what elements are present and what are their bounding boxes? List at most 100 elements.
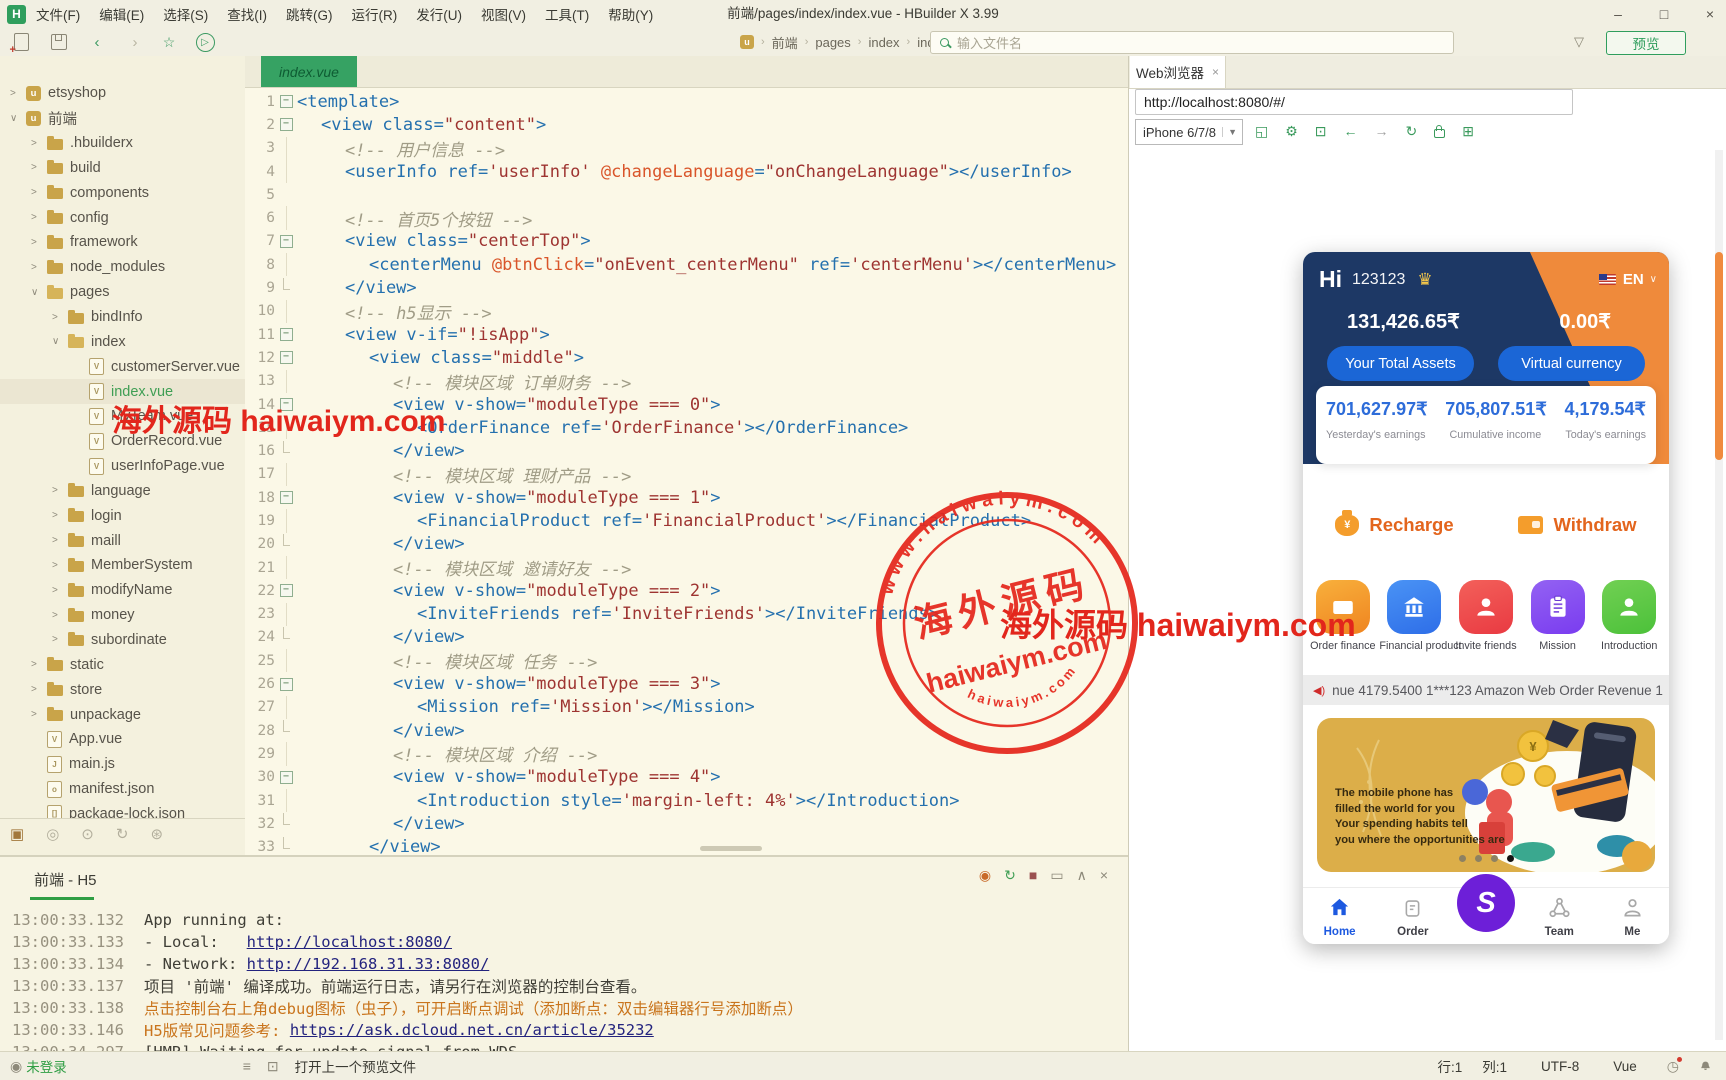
fold-icon[interactable]: − [279,398,293,411]
forward-icon[interactable]: → [1375,123,1389,139]
module-introduction[interactable]: Introduction [1594,580,1664,652]
code-line[interactable]: 3 <!-- 用户信息 --> [245,136,1128,161]
save-button[interactable] [46,28,72,56]
line-number[interactable]: 27 [245,699,275,715]
minimize-button[interactable]: – [1610,6,1626,22]
code-line[interactable]: 22− <view v-show="moduleType === 2"> [245,579,1128,602]
line-number[interactable]: 14 [245,397,275,413]
fold-icon[interactable]: − [279,770,293,784]
run-button[interactable]: ▷ [192,28,218,56]
code-area[interactable]: 1− <template> 2− <view class="content"> 3 <!-… [245,90,1128,855]
code-line[interactable]: 19 <FinancialProduct ref='FinancialProduc… [245,509,1128,533]
line-number[interactable]: 20 [245,536,275,552]
code-line[interactable]: 24 </view> [245,626,1128,649]
module-order-finance[interactable]: Order finance [1308,580,1378,652]
tree-item[interactable]: > maill [0,528,245,553]
line-number[interactable]: 32 [245,816,275,832]
line-number[interactable]: 8 [245,257,275,273]
plugins-icon[interactable]: ⊛ [150,825,163,843]
tree-item[interactable]: > store [0,677,245,702]
code-line[interactable]: 4 <userInfo ref='userInfo' @changeLanguag… [245,159,1128,184]
line-number[interactable]: 29 [245,746,275,762]
line-number[interactable]: 6 [245,210,275,226]
collapse-icon[interactable]: ∧ [1077,867,1087,884]
carousel-dot[interactable] [1458,855,1466,862]
preview-button[interactable]: 预览 [1606,31,1686,55]
close-button[interactable]: × [1702,6,1718,22]
menu-item[interactable]: 跳转(G) [286,4,333,24]
code-line[interactable]: 11− <view v-if="!isApp"> [245,323,1128,346]
carousel-dot[interactable] [1474,855,1482,862]
line-number[interactable]: 1 [245,94,275,110]
back-icon[interactable]: ← [1344,123,1358,139]
line-number[interactable]: 11 [245,327,275,343]
code-line[interactable]: 32 </view> [245,812,1128,835]
qr-icon[interactable]: ⊞ [1462,123,1474,140]
fold-icon[interactable]: − [279,95,293,109]
url-input[interactable]: http://localhost:8080/#/ [1135,89,1573,115]
account-avatar-icon[interactable]: ◉ [10,1058,22,1075]
code-line[interactable]: 12− <view class="middle"> [245,346,1128,369]
nav-me[interactable]: Me [1596,888,1669,944]
refresh-icon[interactable]: ↻ [1406,123,1418,140]
code-line[interactable]: 9 </view> [245,276,1128,299]
code-line[interactable]: 28 </view> [245,719,1128,742]
code-line[interactable]: 2− <view class="content"> [245,113,1128,136]
tree-item[interactable]: > login [0,503,245,528]
sync-icon[interactable]: ↻ [116,825,129,843]
line-number[interactable]: 30 [245,769,275,785]
code-line[interactable]: 18− <view v-show="moduleType === 1"> [245,486,1128,509]
clear-icon[interactable]: ▭ [1050,867,1063,884]
promo-banner[interactable]: ¥ The mobile phone has filled the world f… [1317,718,1655,872]
code-line[interactable]: 15 <OrderFinance ref='OrderFinance'></Ord… [245,416,1128,440]
console-tab[interactable]: 前端 - H5 [34,869,97,890]
browser-tab[interactable]: Web浏览器 × [1130,56,1226,88]
tree-item[interactable]: > unpackage [0,702,245,727]
filter-icon[interactable]: ▽ [1574,28,1584,56]
line-number[interactable]: 25 [245,653,275,669]
tree-item[interactable]: > bindInfo [0,305,245,330]
menu-item[interactable]: 工具(T) [545,4,589,24]
tree-item[interactable]: o manifest.json [0,777,245,802]
editor-tab-indexvue[interactable]: index.vue [261,56,357,87]
your-total-assets-button[interactable]: Your Total Assets [1327,346,1474,381]
nav-home[interactable]: Home [1303,888,1376,944]
tree-item[interactable]: > money [0,603,245,628]
log-link[interactable]: https://ask.dcloud.net.cn/article/35232 [290,1021,654,1039]
project-explorer-icon[interactable]: ▣ [10,825,24,843]
tree-item[interactable]: VuserInfoPage.vue [0,454,245,479]
carousel-dot[interactable] [1506,855,1514,862]
language-selector[interactable]: EN [1623,271,1644,288]
new-file-button[interactable] [8,28,34,56]
tree-item[interactable]: > node_modules [0,255,245,280]
language-mode[interactable]: Vue [1613,1059,1637,1074]
menu-item[interactable]: 编辑(E) [99,4,144,24]
module-invite-friends[interactable]: Invite friends [1451,580,1521,652]
recharge-button[interactable]: ¥ Recharge [1303,509,1486,536]
code-line[interactable]: 6 <!-- 首页5个按钮 --> [245,206,1128,231]
menu-item[interactable]: 选择(S) [163,4,208,24]
tree-item[interactable]: > .hbuilderx [0,131,245,156]
tree-item[interactable]: V MyTeam.vue [0,404,245,429]
line-number[interactable]: 19 [245,513,275,529]
debug-icon[interactable]: ◉ [979,867,991,884]
center-logo-button[interactable]: S [1457,874,1515,932]
code-line[interactable]: 7− <view class="centerTop"> [245,230,1128,253]
tree-item[interactable]: > components [0,180,245,205]
menu-item[interactable]: 帮助(Y) [608,4,653,24]
notification-bell-icon[interactable] [1699,1060,1712,1073]
tree-item[interactable]: ∨ index [0,329,245,354]
tree-item[interactable]: V OrderRecord.vue [0,429,245,454]
line-number[interactable]: 2 [245,117,275,133]
code-editor[interactable]: index.vue 1− <template> 2− <view class="con… [245,56,1128,855]
breadcrumb-item[interactable]: 前端 [772,33,798,52]
code-line[interactable]: 14− <view v-show="moduleType === 0"> [245,393,1128,416]
tree-item[interactable]: Vindex.vue [0,379,245,404]
code-line[interactable]: 31 <Introduction style='margin-left: 4%'>… [245,788,1128,813]
code-line[interactable]: 25 <!-- 模块区域 任务 --> [245,649,1128,673]
tree-item[interactable]: > framework [0,230,245,255]
breadcrumb-item[interactable]: index [868,35,899,50]
line-number[interactable]: 31 [245,793,275,809]
fold-icon[interactable]: − [279,234,293,248]
menu-item[interactable]: 文件(F) [36,4,80,24]
